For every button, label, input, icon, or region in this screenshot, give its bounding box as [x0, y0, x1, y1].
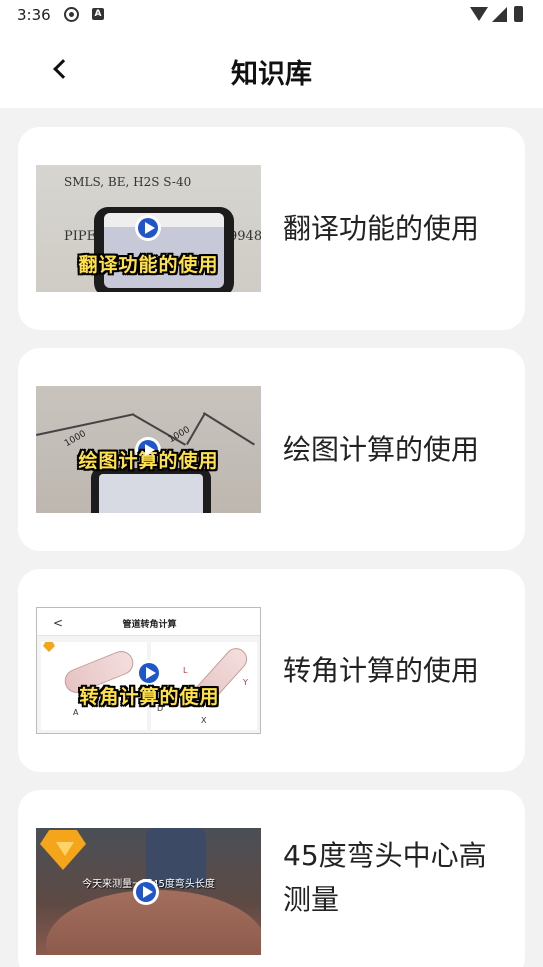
phone-screen-image	[99, 474, 203, 513]
video-thumbnail[interactable]: SMLS, BE, H2S S-40 PIPE 9948 翻译功能的使用	[36, 165, 261, 292]
status-bar: 3:36 A	[0, 0, 543, 30]
status-time: 3:36	[17, 6, 51, 24]
knowledge-card-drawing-calc[interactable]: 1000 1000 绘图计算的使用 绘图计算的使用	[18, 348, 525, 551]
knowledge-card-corner-calc[interactable]: < 管道转角计算 L Y D X A 转角计算的使用 转角计算的使用	[18, 569, 525, 772]
card-title: 绘图计算的使用	[283, 432, 480, 466]
card-title: 翻译功能的使用	[283, 211, 480, 245]
a-app-notification-icon: A	[92, 8, 104, 20]
battery-icon	[514, 6, 523, 22]
card-title: 转角计算的使用	[283, 653, 480, 687]
video-thumbnail[interactable]: < 管道转角计算 L Y D X A 转角计算的使用	[36, 607, 261, 734]
diagram-letter: L	[183, 666, 188, 675]
thumb-paper-text: PIPE	[64, 229, 97, 244]
thumb-app-title: 管道转角计算	[122, 620, 177, 630]
target-notification-icon	[64, 7, 79, 22]
play-icon[interactable]	[135, 215, 161, 241]
knowledge-card-translation[interactable]: SMLS, BE, H2S S-40 PIPE 9948 翻译功能的使用 翻译功…	[18, 127, 525, 330]
play-icon[interactable]	[133, 879, 159, 905]
thumb-app-header: < 管道转角计算	[37, 608, 260, 636]
knowledge-card-elbow-measure[interactable]: 今天来测量一下45度弯头长度 45度弯头中心高测量	[18, 790, 525, 967]
page-title: 知识库	[231, 59, 312, 90]
signal-icon	[492, 7, 507, 22]
video-thumbnail[interactable]: 1000 1000 绘图计算的使用	[36, 386, 261, 513]
wifi-icon	[470, 7, 488, 21]
drawing-line	[202, 412, 255, 446]
card-title: 45度弯头中心高测量	[283, 839, 487, 916]
diagram-letter: A	[73, 708, 79, 717]
gem-icon	[40, 830, 86, 870]
thumb-caption: 翻译功能的使用	[78, 254, 219, 276]
thumb-caption: 转角计算的使用	[79, 686, 220, 708]
diagram-letter: X	[201, 716, 207, 725]
thumb-paper-text: SMLS, BE, H2S S-40	[64, 175, 192, 189]
app-header: 知识库	[0, 30, 543, 108]
video-thumbnail[interactable]: 今天来测量一下45度弯头长度	[36, 828, 261, 955]
phone-screen-bar	[104, 213, 224, 227]
